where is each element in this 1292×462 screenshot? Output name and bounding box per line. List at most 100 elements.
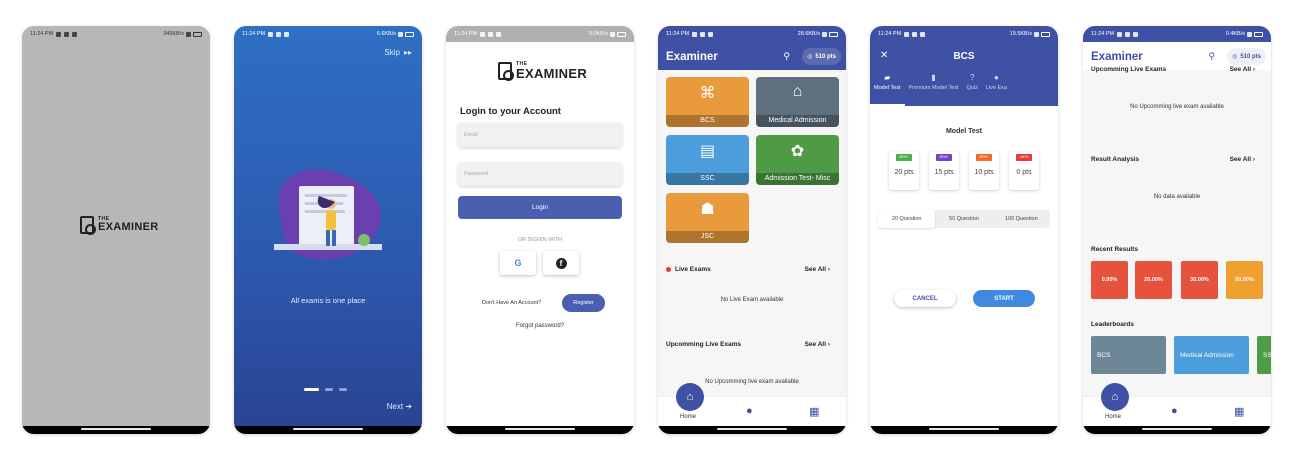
recent-result-card[interactable]: 20.00% bbox=[1135, 261, 1172, 299]
app-bar: 11:24 PM 0.4KB/s Examiner ⚲ ◎ 510 pts bbox=[1083, 26, 1271, 70]
home-icon: ⌂ bbox=[1111, 391, 1119, 403]
page-dot bbox=[339, 388, 347, 391]
recent-result-card[interactable]: 0.00% bbox=[1091, 261, 1128, 299]
bcs-screen: 11:24 PM 19.5KB/s ✕ BCS ▰ Model Test ▮ Pre… bbox=[870, 26, 1058, 434]
home-nav-button[interactable]: ⌂ bbox=[676, 383, 704, 411]
system-nav-bar bbox=[1083, 426, 1271, 434]
facebook-icon: f bbox=[555, 257, 567, 269]
tab-premium-model-test[interactable]: ▮ Premium Model Test bbox=[905, 73, 963, 106]
recent-result-card[interactable]: 30.00% bbox=[1181, 261, 1218, 299]
fast-forward-icon: ▸▸ bbox=[403, 48, 412, 57]
bottom-nav: ⌂ Home ● ▦ bbox=[658, 383, 846, 426]
arrow-right-icon: ➔ bbox=[405, 402, 412, 411]
bcs-tabs: ▰ Model Test ▮ Premium Model Test ? Quiz ● L… bbox=[870, 73, 1058, 106]
home-nav-label: Home bbox=[680, 414, 697, 420]
password-field[interactable]: Password bbox=[458, 162, 622, 186]
forgot-password-link[interactable]: Forgot password? bbox=[446, 323, 634, 329]
category-tile-ssc[interactable]: ▤ SSC bbox=[666, 135, 749, 185]
live-exams-label: Live Exams bbox=[675, 266, 711, 273]
bcs-emblem-icon: ⌘ bbox=[699, 85, 716, 102]
login-button[interactable]: Login bbox=[458, 196, 622, 219]
status-speed: 0.0KB/s bbox=[588, 31, 608, 37]
skip-label: Skip bbox=[384, 48, 400, 57]
points-card: <50% 0 pts bbox=[1009, 152, 1039, 190]
status-time: 11:24 PM bbox=[1091, 31, 1115, 37]
category-tile-admission-misc[interactable]: ✿ Admission Test- Misc bbox=[756, 135, 839, 185]
search-icon[interactable]: ⚲ bbox=[1208, 51, 1215, 62]
category-tile-medical-admission[interactable]: ⌂ Medical Admission bbox=[756, 77, 839, 127]
login-button-label: Login bbox=[532, 204, 548, 211]
google-icon: G bbox=[514, 258, 522, 268]
status-time: 11:24 PM bbox=[878, 31, 902, 37]
tile-label: SSC bbox=[666, 173, 749, 185]
start-button[interactable]: START bbox=[973, 290, 1035, 307]
category-tile-jsc[interactable]: ☗ JSC bbox=[666, 193, 749, 243]
category-tile-bcs[interactable]: ⌘ BCS bbox=[666, 77, 749, 127]
status-bar: 11:24 PM 0.4KB/s bbox=[1083, 26, 1271, 42]
leaderboard-card-ssc[interactable]: SSC bbox=[1257, 336, 1271, 374]
bulb-icon: ✿ bbox=[790, 143, 805, 160]
option-20-question[interactable]: 20 Question bbox=[878, 210, 936, 228]
app-title: Examiner bbox=[666, 51, 718, 63]
skip-button[interactable]: Skip ▸▸ bbox=[384, 48, 412, 57]
home-indicator bbox=[717, 428, 787, 430]
document-icon: ▤ bbox=[699, 143, 716, 160]
live-dot-icon bbox=[666, 267, 671, 272]
points-badge[interactable]: ◎ 510 pts bbox=[1227, 48, 1266, 65]
home-screen: 11:24 PM 28.6KB/s Examiner ⚲ ◎ 510 pts ⌘ … bbox=[658, 26, 846, 434]
option-100-question[interactable]: 100 Question bbox=[993, 210, 1050, 228]
no-upcoming-exam-text: No Upcomming live exam available bbox=[1130, 104, 1224, 110]
tab-label: Model Test bbox=[874, 85, 901, 91]
email-field[interactable]: Email bbox=[458, 123, 622, 147]
grid-icon[interactable]: ▦ bbox=[1234, 405, 1244, 418]
leaderboard-card-bcs[interactable]: BCS bbox=[1091, 336, 1166, 374]
cancel-button[interactable]: CANCEL bbox=[894, 290, 956, 307]
see-all-label: See All bbox=[1229, 156, 1252, 163]
tab-model-test[interactable]: ▰ Model Test bbox=[870, 73, 905, 106]
status-time: 11:24 PM bbox=[242, 31, 266, 37]
see-all-upcoming-link[interactable]: See All › bbox=[1230, 66, 1255, 73]
grid-icon[interactable]: ▦ bbox=[809, 405, 819, 418]
option-50-question[interactable]: 50 Question bbox=[935, 210, 992, 228]
system-nav-bar bbox=[658, 426, 846, 434]
battery-icon bbox=[1254, 31, 1263, 37]
points-value: 20 pts bbox=[894, 169, 914, 176]
chevron-right-icon: › bbox=[827, 266, 830, 273]
chat-icon: ▰ bbox=[884, 73, 891, 82]
profile-icon[interactable]: ● bbox=[1171, 405, 1178, 417]
page-dot bbox=[325, 388, 333, 391]
google-signin-button[interactable]: G bbox=[500, 251, 536, 275]
recent-result-card[interactable]: 50.00% bbox=[1226, 261, 1263, 299]
chevron-right-icon: › bbox=[1252, 156, 1255, 163]
points-badge[interactable]: ◎ 510 pts bbox=[802, 48, 841, 65]
status-time: 11:24 PM bbox=[30, 31, 54, 37]
points-value: 15 pts bbox=[934, 169, 954, 176]
home-nav-button[interactable]: ⌂ bbox=[1101, 383, 1129, 411]
model-test-title: Model Test bbox=[945, 128, 983, 135]
dashboard-screen: 11:24 PM 0.4KB/s Examiner ⚲ ◎ 510 pts Upc… bbox=[1083, 26, 1271, 434]
search-icon[interactable]: ⚲ bbox=[783, 51, 790, 62]
status-time: 11:24 PM bbox=[454, 31, 478, 37]
tab-live-exam[interactable]: ● Live Exa bbox=[982, 73, 1011, 106]
see-all-results-link[interactable]: See All › bbox=[1230, 156, 1255, 163]
status-bar: 11:24 PM 6.6KB/s bbox=[234, 26, 422, 42]
or-signin-label: OR SIGNIN WITH bbox=[517, 237, 563, 243]
chevron-right-icon: › bbox=[827, 341, 830, 348]
see-all-live-link[interactable]: See All › bbox=[805, 266, 830, 273]
register-button[interactable]: Register bbox=[562, 294, 605, 312]
leaderboard-card-medical[interactable]: Medical Admission bbox=[1174, 336, 1249, 374]
coins-icon: ◎ bbox=[807, 54, 813, 60]
profile-icon[interactable]: ● bbox=[746, 405, 753, 417]
facebook-signin-button[interactable]: f bbox=[543, 251, 579, 275]
home-nav-label: Home bbox=[1105, 414, 1122, 420]
next-button[interactable]: Next ➔ bbox=[387, 402, 412, 411]
tab-quiz[interactable]: ? Quiz bbox=[963, 73, 982, 106]
no-account-text: Don't Have An Account? bbox=[482, 300, 542, 306]
see-all-label: See All bbox=[804, 341, 827, 348]
see-all-upcoming-link[interactable]: See All › bbox=[805, 341, 830, 348]
hospital-icon: ⌂ bbox=[792, 83, 803, 100]
question-icon: ? bbox=[969, 73, 975, 82]
tile-label: Admission Test- Misc bbox=[756, 173, 839, 185]
status-speed: 19.5KB/s bbox=[1009, 31, 1032, 37]
bottom-nav: ⌂ Home ● ▦ bbox=[1083, 383, 1271, 426]
